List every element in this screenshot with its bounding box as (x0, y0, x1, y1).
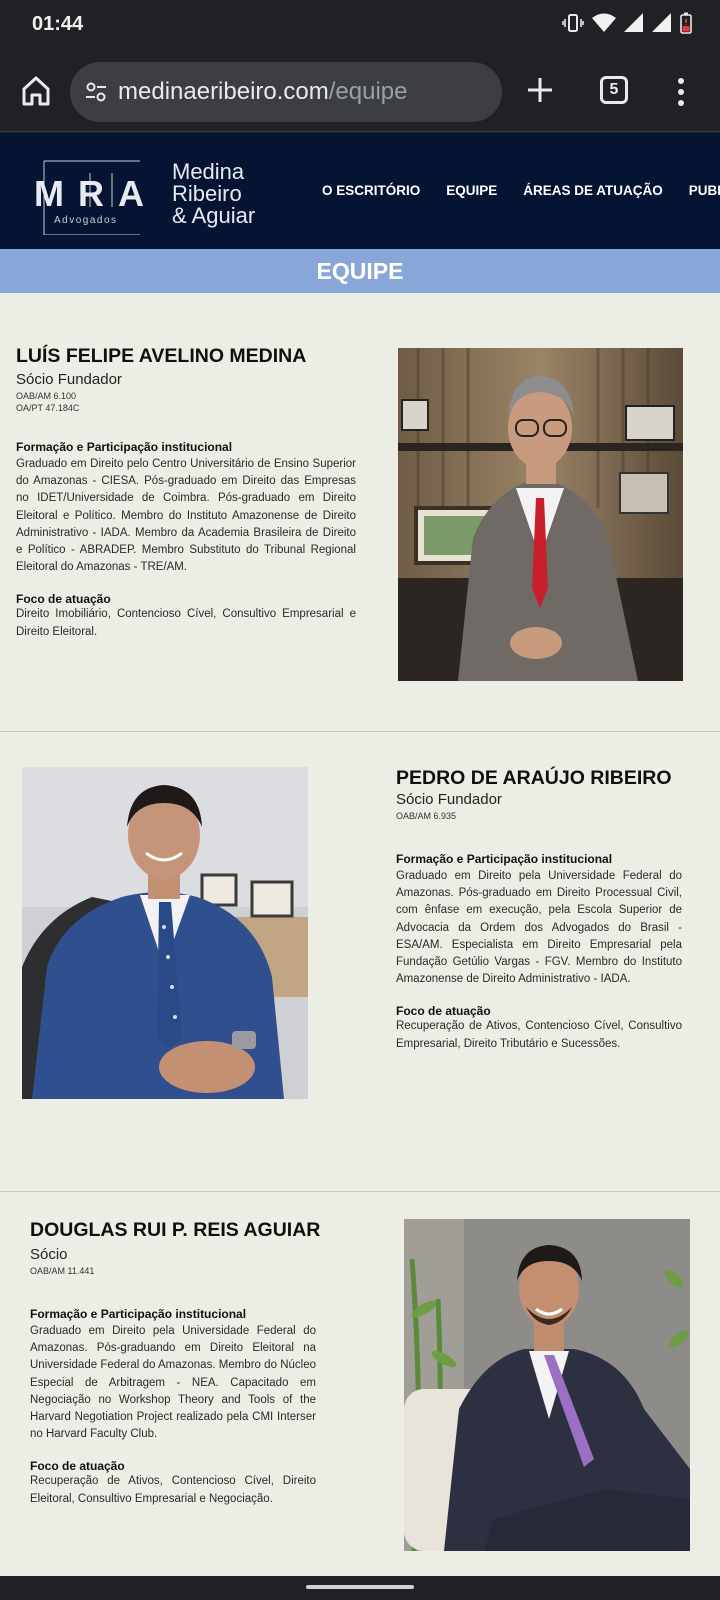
member-photo-ribeiro (22, 767, 308, 1099)
section-divider (0, 731, 720, 732)
member-education-text: Graduado em Direito pela Universidade Fe… (396, 870, 682, 986)
member-role: Sócio Fundador (16, 371, 122, 388)
member-photo-medina (398, 348, 683, 681)
site-logo[interactable]: M R A Advogados (34, 159, 156, 236)
member-role: Sócio Fundador (396, 791, 502, 808)
brand-line-1: Medina (172, 159, 245, 184)
signal-icon-2 (652, 13, 672, 37)
new-tab-button[interactable] (524, 74, 556, 106)
plus-icon (528, 78, 552, 102)
member-focus-text: Recuperação de Ativos, Contencioso Cível… (396, 1020, 682, 1050)
member-oab-pt: OA/PT 47.184C (16, 403, 80, 413)
battery-icon (680, 12, 692, 38)
member-name: DOUGLAS RUI P. REIS AGUIAR (30, 1219, 321, 1241)
member-education-heading: Formação e Participação institucional (30, 1307, 247, 1321)
nav-areas-de-atuacao[interactable]: ÁREAS DE ATUAÇÃO (523, 183, 663, 198)
brand-name: Medina Ribeiro & Aguiar (172, 161, 255, 227)
brand-line-2: Ribeiro (172, 181, 242, 206)
member-name: LUÍS FELIPE AVELINO MEDINA (16, 345, 307, 367)
signal-icon (624, 13, 644, 37)
status-icons (562, 12, 692, 38)
page-title: EQUIPE (316, 258, 404, 284)
nav-equipe[interactable]: EQUIPE (446, 183, 497, 198)
brand-line-3: & Aguiar (172, 203, 256, 228)
member-focus-text: Direito Imobiliário, Contencioso Cível, … (16, 608, 356, 638)
address-bar[interactable]: medinaeribeiro.com/equipe (70, 62, 502, 122)
browser-menu-button[interactable] (676, 76, 686, 108)
member-oab: OAB/AM 11.441 (30, 1266, 95, 1276)
gesture-handle[interactable] (306, 1585, 414, 1589)
site-settings-icon[interactable] (84, 80, 108, 104)
status-time: 01:44 (32, 13, 84, 35)
home-icon (22, 76, 50, 106)
nav-o-escritorio[interactable]: O ESCRITÓRIO (322, 183, 420, 198)
wifi-icon (592, 13, 616, 37)
section-divider (0, 1191, 720, 1192)
page-banner: EQUIPE (0, 249, 720, 293)
url-text: medinaeribeiro.com/equipe (118, 78, 408, 106)
member-focus-heading: Foco de atuação (396, 1004, 491, 1019)
status-bar: 01:44 (0, 0, 720, 52)
navigation-gesture-area (0, 1576, 720, 1600)
member-focus-heading: Foco de atuação (16, 592, 111, 607)
nav-publicacoes[interactable]: PUBLICAÇÕES (689, 183, 720, 198)
logo-subtitle: Advogados (54, 215, 118, 226)
logo-letter-a: A (118, 173, 144, 214)
team-member-ribeiro: PEDRO DE ARAÚJO RIBEIRO Sócio Fundador O… (396, 767, 682, 1053)
logo-letter-m: M (34, 173, 64, 214)
member-focus-text: Recuperação de Ativos, Contencioso Cível… (30, 1475, 316, 1505)
member-education-text: Graduado em Direito pela Universidade Fe… (30, 1325, 316, 1441)
site-header: M R A Advogados Medina Ribeiro & Aguiar … (0, 133, 720, 249)
member-oab: OAB/AM 6.100 (16, 391, 77, 401)
team-member-medina: LUÍS FELIPE AVELINO MEDINA Sócio Fundado… (16, 345, 356, 641)
member-education-text: Graduado em Direito pelo Centro Universi… (16, 458, 356, 574)
browser-toolbar: medinaeribeiro.com/equipe 5 (0, 52, 720, 132)
main-nav: O ESCRITÓRIO EQUIPE ÁREAS DE ATUAÇÃO PUB… (322, 183, 720, 198)
member-education-heading: Formação e Participação institucional (16, 440, 233, 454)
member-education-heading: Formação e Participação institucional (396, 852, 613, 866)
more-vert-icon (678, 78, 684, 106)
vibrate-icon (562, 13, 584, 37)
logo-letter-r: R (78, 173, 104, 214)
url-domain: medinaeribeiro.com (118, 78, 329, 105)
home-button[interactable] (20, 74, 52, 108)
member-focus-heading: Foco de atuação (30, 1459, 125, 1474)
member-oab: OAB/AM 6.935 (396, 811, 457, 821)
team-member-aguiar: DOUGLAS RUI P. REIS AGUIAR Sócio OAB/AM … (30, 1219, 321, 1508)
member-role: Sócio (30, 1246, 68, 1263)
url-path: /equipe (328, 78, 408, 105)
member-photo-aguiar (404, 1219, 690, 1551)
member-name: PEDRO DE ARAÚJO RIBEIRO (396, 767, 672, 789)
team-content: LUÍS FELIPE AVELINO MEDINA Sócio Fundado… (0, 293, 720, 1576)
tab-switcher-button[interactable]: 5 (600, 76, 628, 104)
